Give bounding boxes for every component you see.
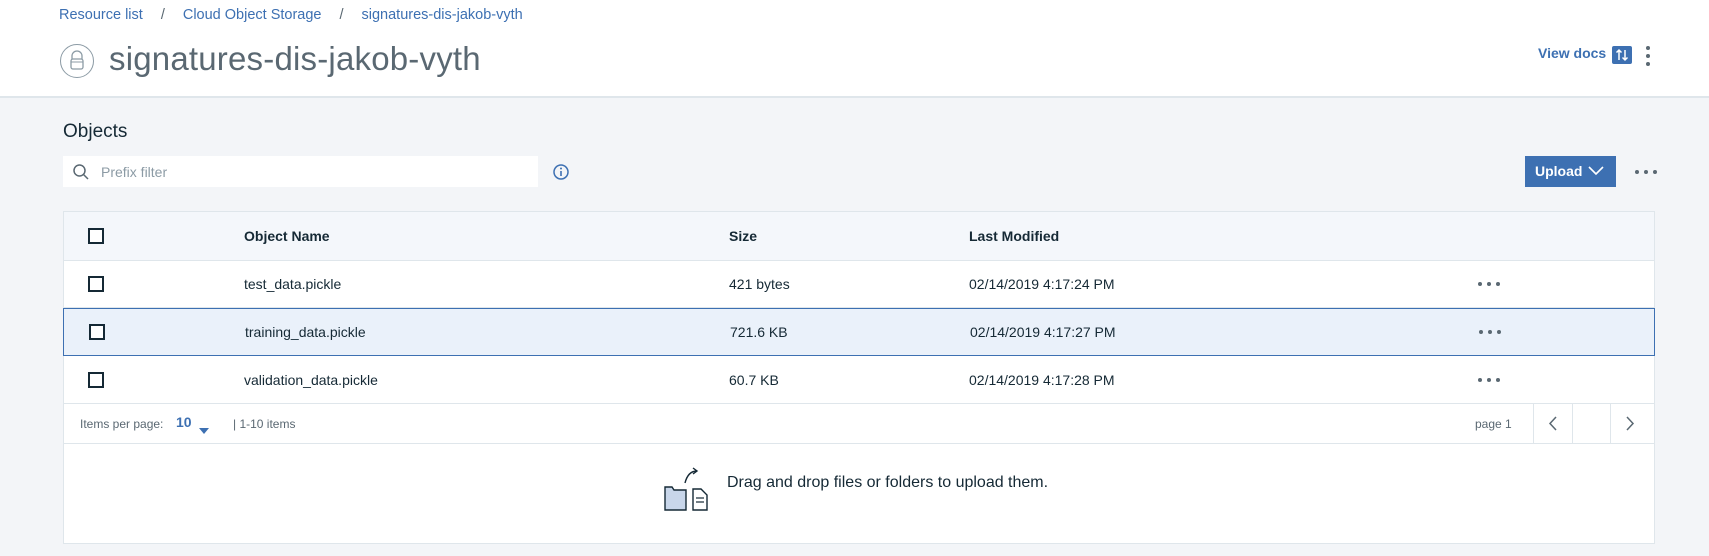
row-checkbox[interactable] [88, 276, 104, 292]
prefix-filter[interactable] [63, 156, 538, 187]
chevron-down-icon [1588, 166, 1604, 176]
upload-files-icon [663, 467, 719, 511]
table-row[interactable]: test_data.pickle 421 bytes 02/14/2019 4:… [64, 260, 1654, 308]
sort-arrows-icon[interactable] [1612, 46, 1632, 64]
pagination-bar: Items per page: 10 | 1-10 items page 1 [64, 404, 1654, 444]
info-icon[interactable] [552, 163, 570, 181]
page-divider [1572, 404, 1611, 443]
header-overflow-menu-icon[interactable] [1640, 44, 1656, 68]
page-header: Resource list / Cloud Object Storage / s… [0, 0, 1709, 98]
size-cell: 60.7 KB [729, 372, 779, 388]
object-name-cell[interactable]: test_data.pickle [244, 276, 341, 292]
prefix-filter-input[interactable] [101, 156, 521, 187]
last-modified-cell: 02/14/2019 4:17:27 PM [970, 324, 1116, 340]
page-number: page 1 [1475, 417, 1512, 431]
column-header-last-modified[interactable]: Last Modified [969, 228, 1059, 244]
breadcrumb-bucket[interactable]: signatures-dis-jakob-vyth [362, 7, 523, 23]
caret-down-icon[interactable] [199, 421, 209, 439]
column-header-object-name[interactable]: Object Name [244, 228, 330, 244]
items-per-page-select[interactable]: 10 [176, 414, 192, 430]
table-row[interactable]: validation_data.pickle 60.7 KB 02/14/201… [64, 356, 1654, 404]
select-all-checkbox[interactable] [88, 228, 104, 244]
objects-overflow-menu-icon[interactable] [1634, 163, 1658, 181]
row-overflow-menu-icon[interactable] [1478, 324, 1502, 340]
breadcrumb-separator: / [339, 7, 344, 23]
breadcrumb-separator: / [160, 7, 165, 23]
next-page-button[interactable] [1610, 404, 1649, 443]
last-modified-cell: 02/14/2019 4:17:28 PM [969, 372, 1115, 388]
objects-section-title: Objects [63, 121, 128, 142]
breadcrumb-resource-list[interactable]: Resource list [59, 7, 143, 23]
view-docs-link[interactable]: View docs [1538, 45, 1606, 61]
items-per-page-label: Items per page: [80, 417, 164, 431]
items-range: | 1-10 items [233, 417, 296, 431]
table-header: Object Name Size Last Modified [64, 212, 1654, 261]
column-header-size[interactable]: Size [729, 228, 757, 244]
table-row-selected[interactable]: training_data.pickle 721.6 KB 02/14/2019… [63, 308, 1655, 356]
bucket-icon [60, 44, 94, 78]
breadcrumb-cloud-object-storage[interactable]: Cloud Object Storage [183, 7, 322, 23]
objects-table: Object Name Size Last Modified test_data… [63, 211, 1655, 544]
size-cell: 721.6 KB [730, 324, 788, 340]
dropzone-text: Drag and drop files or folders to upload… [727, 474, 1049, 491]
object-name-cell[interactable]: training_data.pickle [245, 324, 366, 340]
row-overflow-menu-icon[interactable] [1477, 276, 1501, 292]
chevron-left-icon [1548, 416, 1557, 431]
search-icon [72, 163, 90, 181]
breadcrumb: Resource list / Cloud Object Storage / s… [59, 7, 523, 23]
upload-button[interactable]: Upload [1525, 156, 1616, 187]
previous-page-button[interactable] [1533, 404, 1572, 443]
row-overflow-menu-icon[interactable] [1477, 372, 1501, 388]
upload-button-label: Upload [1535, 163, 1583, 179]
row-checkbox[interactable] [88, 372, 104, 388]
chevron-right-icon [1626, 416, 1635, 431]
page-title: signatures-dis-jakob-vyth [109, 40, 481, 77]
row-checkbox[interactable] [89, 324, 105, 340]
last-modified-cell: 02/14/2019 4:17:24 PM [969, 276, 1115, 292]
object-name-cell[interactable]: validation_data.pickle [244, 372, 378, 388]
size-cell: 421 bytes [729, 276, 790, 292]
